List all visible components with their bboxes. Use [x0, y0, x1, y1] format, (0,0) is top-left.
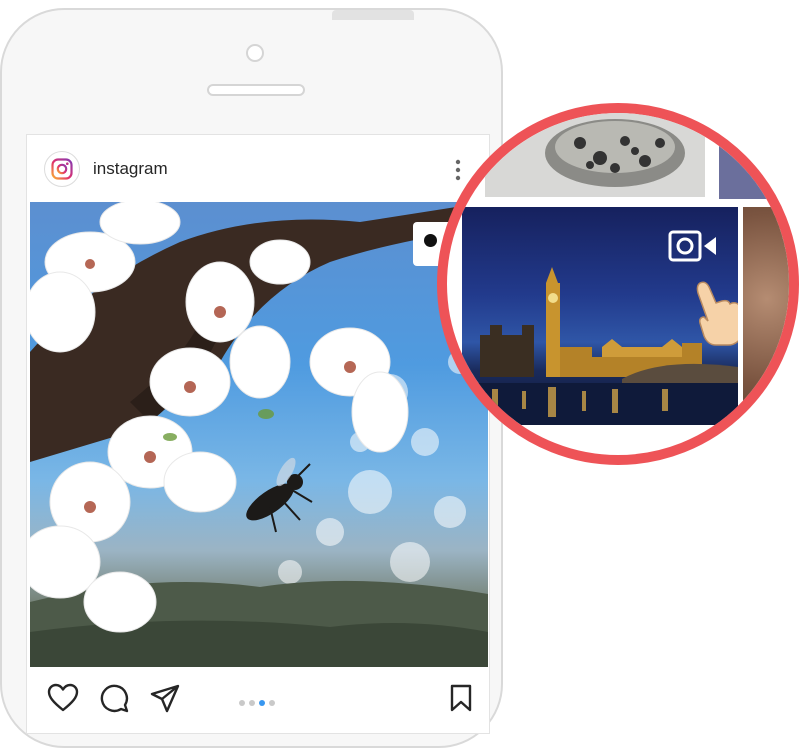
- blossom-bee-image: [30, 202, 488, 667]
- instagram-logo-icon[interactable]: [44, 151, 80, 187]
- grid-thumbnail-big-ben-video[interactable]: [462, 207, 738, 425]
- comment-icon[interactable]: [99, 683, 129, 713]
- grid-thumbnail[interactable]: [719, 143, 789, 199]
- pointing-hand-icon: [696, 281, 738, 346]
- carousel-indicator: [239, 693, 279, 706]
- post-photo[interactable]: [30, 202, 488, 667]
- post-header: instagram: [27, 135, 489, 201]
- phone-camera: [246, 44, 264, 62]
- phone-side-button: [332, 10, 414, 20]
- grid-thumbnail-animal[interactable]: [485, 113, 705, 197]
- phone-speaker: [207, 84, 305, 96]
- post-actions: [27, 675, 489, 725]
- carousel-dot: [249, 700, 255, 706]
- carousel-dot: [269, 700, 275, 706]
- grid-thumbnail[interactable]: [743, 207, 789, 437]
- carousel-dot: [239, 700, 245, 706]
- instagram-post: instagram: [26, 134, 490, 734]
- carousel-dot-active: [259, 700, 265, 706]
- paper-plane-icon[interactable]: [149, 683, 181, 713]
- heart-icon[interactable]: [47, 683, 79, 713]
- bookmark-icon[interactable]: [449, 683, 473, 713]
- phone-frame: instagram: [0, 8, 503, 748]
- video-camera-icon: [668, 230, 716, 262]
- zoom-magnifier: [437, 103, 799, 465]
- post-username[interactable]: instagram: [93, 159, 168, 179]
